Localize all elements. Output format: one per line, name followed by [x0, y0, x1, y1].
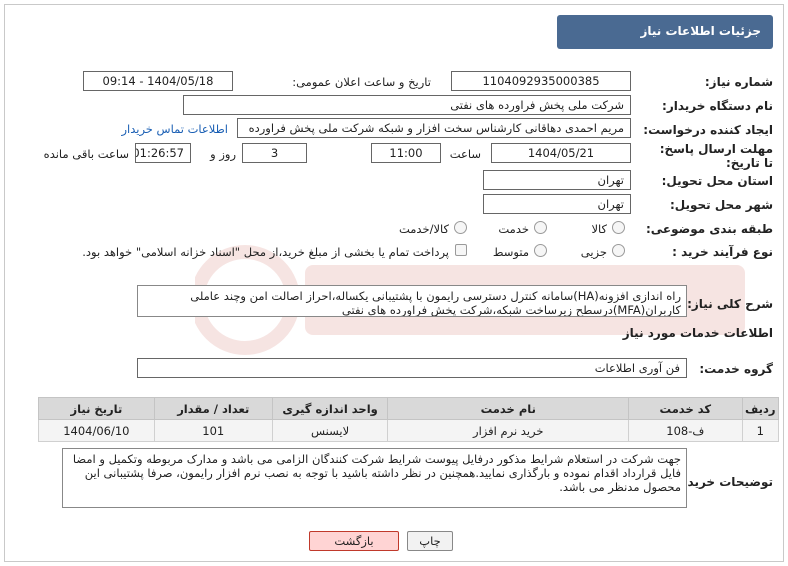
- cell-service-code: ف-108: [628, 419, 743, 442]
- days-label: روز و: [210, 147, 236, 161]
- services-table-header: ردیف کد خدمت نام خدمت واحد اندازه گیری ت…: [38, 397, 779, 420]
- process-label: نوع فرآیند خرید :: [672, 245, 773, 259]
- process-minor-radio[interactable]: [612, 244, 625, 257]
- province-field: تهران: [483, 170, 631, 190]
- creator-field: مریم احمدی دهاقانی کارشناس سخت افزار و ش…: [237, 118, 631, 138]
- page-title: جزئیات اطلاعات نیاز: [557, 15, 773, 49]
- contact-info-link[interactable]: اطلاعات تماس خریدار: [121, 122, 228, 136]
- col-row: ردیف: [741, 397, 779, 420]
- cell-need-date: 1404/06/10: [38, 419, 155, 442]
- cell-unit: لایسنس: [271, 419, 389, 442]
- deadline-time-field: 11:00: [371, 143, 441, 163]
- col-service-name: نام خدمت: [387, 397, 630, 420]
- deadline-label: مهلت ارسال پاسخ: تا تاریخ:: [659, 142, 773, 170]
- back-button[interactable]: بازگشت: [309, 531, 399, 551]
- remaining-label: ساعت باقی مانده: [43, 147, 129, 161]
- need-number-label: شماره نیاز:: [704, 75, 773, 89]
- services-table: ردیف کد خدمت نام خدمت واحد اندازه گیری ت…: [38, 397, 779, 442]
- col-quantity: تعداد / مقدار: [153, 397, 273, 420]
- time-label: ساعت: [449, 147, 481, 161]
- service-group-label: گروه خدمت:: [699, 362, 773, 376]
- city-field: تهران: [483, 194, 631, 214]
- description-textarea: راه اندازی افزونه(HA)سامانه کنترل دسترسی…: [137, 285, 687, 317]
- cell-row: 1: [741, 419, 779, 442]
- col-need-date: تاریخ نیاز: [38, 397, 155, 420]
- deadline-date-field: 1404/05/21: [491, 143, 631, 163]
- category-service-label: خدمت: [498, 222, 529, 236]
- print-button[interactable]: چاپ: [407, 531, 453, 551]
- buyer-notes-textarea: جهت شرکت در استعلام شرایط مذکور درفایل پ…: [62, 448, 687, 508]
- details-panel: جزئیات اطلاعات نیاز شماره نیاز: 11040929…: [4, 4, 784, 562]
- description-label: شرح کلی نیاز:: [687, 297, 773, 311]
- col-service-code: کد خدمت: [628, 397, 743, 420]
- creator-label: ایجاد کننده درخواست:: [643, 123, 773, 137]
- cell-quantity: 101: [153, 419, 273, 442]
- col-unit: واحد اندازه گیری: [271, 397, 389, 420]
- category-goods-label: کالا: [591, 222, 607, 236]
- announce-label: تاریخ و ساعت اعلان عمومی:: [292, 75, 431, 89]
- province-label: استان محل تحویل:: [661, 174, 773, 188]
- category-goods-service-radio[interactable]: [454, 221, 467, 234]
- process-medium-label: متوسط: [492, 245, 529, 259]
- cell-service-name: خرید نرم افزار: [387, 419, 630, 442]
- process-minor-label: جزیی: [580, 245, 607, 259]
- treasury-payment-checkbox[interactable]: [455, 244, 467, 256]
- payment-note: پرداخت تمام یا بخشی از مبلغ خرید،از محل …: [82, 245, 449, 259]
- process-medium-radio[interactable]: [534, 244, 547, 257]
- table-row: 1 ف-108 خرید نرم افزار لایسنس 101 1404/0…: [38, 419, 779, 442]
- buyer-org-field: شرکت ملی پخش فراورده های نفتی: [183, 95, 631, 115]
- category-service-radio[interactable]: [534, 221, 547, 234]
- category-goods-radio[interactable]: [612, 221, 625, 234]
- category-label: طبقه بندی موضوعی:: [645, 222, 773, 236]
- days-field: 3: [242, 143, 307, 163]
- remaining-time-field: 01:26:57: [135, 143, 191, 163]
- city-label: شهر محل تحویل:: [669, 198, 773, 212]
- announce-field: 1404/05/18 - 09:14: [83, 71, 233, 91]
- buyer-org-label: نام دستگاه خریدار:: [662, 99, 773, 113]
- category-goods-service-label: کالا/خدمت: [398, 222, 449, 236]
- need-number-field: 1104092935000385: [451, 71, 631, 91]
- service-group-field: فن آوری اطلاعات: [137, 358, 687, 378]
- services-section-title: اطلاعات خدمات مورد نیاز: [622, 326, 773, 340]
